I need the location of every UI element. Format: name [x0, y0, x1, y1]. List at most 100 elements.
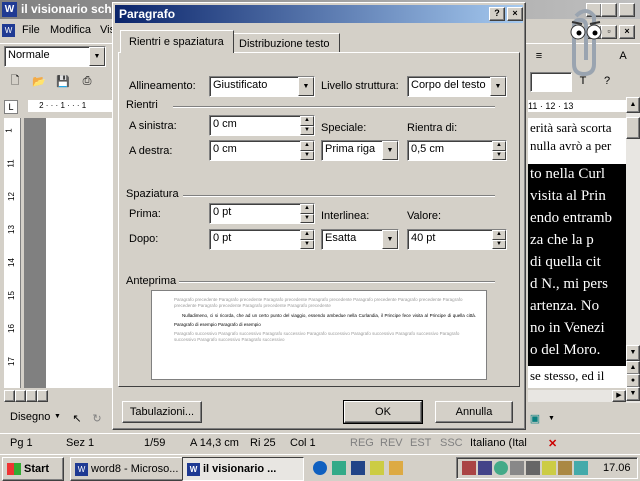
- vertical-ruler: 1 11 12 13 14 15 16 17: [4, 118, 21, 388]
- document-body[interactable]: erità sarà scorta nulla avrò a per to ne…: [528, 118, 626, 388]
- spin-down-icon[interactable]: ▼: [492, 239, 506, 249]
- spin-down-icon[interactable]: ▼: [300, 150, 314, 160]
- line-spacing-at-spinner[interactable]: 40 pt ▲ ▼: [407, 229, 507, 250]
- spin-up-icon[interactable]: ▲: [300, 230, 314, 240]
- dialog-close-button[interactable]: ×: [507, 7, 523, 21]
- selected-doc-line: no in Venezi: [530, 320, 605, 336]
- save-icon[interactable]: 💾: [52, 71, 74, 91]
- select-pointer-icon[interactable]: ↖: [66, 408, 88, 428]
- rotate-icon[interactable]: ↻: [86, 408, 108, 428]
- tray-icon-2[interactable]: [478, 461, 492, 475]
- normal-view-icon[interactable]: [4, 390, 15, 402]
- open-folder-icon[interactable]: 📂: [28, 71, 50, 91]
- word-window-title: il visionario schi: [21, 2, 116, 16]
- spacing-group-line: [183, 195, 495, 197]
- space-before-spinner[interactable]: 0 pt ▲ ▼: [209, 203, 315, 224]
- tray-icon-8[interactable]: [574, 461, 588, 475]
- drawing-menu[interactable]: Disegno: [10, 411, 50, 423]
- tray-icon-6[interactable]: [542, 461, 556, 475]
- space-after-spinner[interactable]: 0 pt ▲ ▼: [209, 229, 315, 250]
- status-ssc[interactable]: SSC: [436, 436, 467, 450]
- ok-button[interactable]: OK: [343, 400, 423, 424]
- spin-up-icon[interactable]: ▲: [492, 141, 506, 151]
- status-bar: Pg 1 Sez 1 1/59 A 14,3 cm Ri 25 Col 1 RE…: [0, 433, 640, 453]
- next-page-icon[interactable]: ▼: [626, 387, 640, 401]
- print-view-icon[interactable]: [26, 390, 37, 402]
- start-button[interactable]: Start: [2, 457, 64, 481]
- prev-page-icon[interactable]: ▲: [626, 361, 640, 375]
- status-column: Col 1: [290, 437, 316, 449]
- preview-current-paragraph: Nulladimeno, ci si ricorda, che ad un ce…: [174, 313, 476, 327]
- taskbar-visionario[interactable]: W il visionario ...: [182, 457, 304, 481]
- outline-level-select[interactable]: Corpo del testo ▼: [407, 76, 507, 97]
- spin-down-icon[interactable]: ▼: [300, 239, 314, 249]
- vertical-scrollbar[interactable]: ▲ ▼ ▲ ● ▼: [626, 97, 640, 403]
- spin-up-icon[interactable]: ▲: [492, 230, 506, 240]
- alignment-select[interactable]: Giustificato ▼: [209, 76, 315, 97]
- status-ext[interactable]: EST: [406, 436, 435, 450]
- menu-file[interactable]: File: [18, 22, 44, 38]
- chevron-down-icon: ▼: [490, 77, 506, 96]
- doc-menu-icon[interactable]: W: [2, 24, 15, 37]
- desktop-icon[interactable]: [332, 461, 347, 475]
- status-language[interactable]: Italiano (Ital: [466, 436, 531, 450]
- tabs-button[interactable]: Tabulazioni...: [122, 401, 202, 423]
- scroll-right-icon[interactable]: ▶: [612, 390, 626, 402]
- status-rec[interactable]: REG: [346, 436, 378, 450]
- page-gutter: [24, 118, 46, 388]
- special-select[interactable]: Prima riga ▼: [321, 140, 399, 161]
- volume-icon[interactable]: [526, 461, 540, 475]
- spin-up-icon[interactable]: ▲: [300, 116, 314, 126]
- spin-down-icon[interactable]: ▼: [492, 150, 506, 160]
- selected-doc-line: visita al Prin: [530, 188, 606, 204]
- status-rev[interactable]: REV: [376, 436, 407, 450]
- horizontal-scrollbar[interactable]: ▶: [528, 390, 626, 402]
- tray-icon-3[interactable]: [494, 461, 508, 475]
- tray-icon-1[interactable]: [462, 461, 476, 475]
- spin-up-icon[interactable]: ▲: [300, 204, 314, 214]
- doc-line: se stesso, ed il: [530, 368, 605, 383]
- vruler-mark: 13: [6, 225, 16, 234]
- print-icon[interactable]: ⎙: [76, 71, 98, 91]
- selected-doc-line: di quella cit: [530, 254, 601, 270]
- tab-selector-icon[interactable]: L: [4, 100, 18, 114]
- channels-icon[interactable]: [351, 461, 366, 475]
- office-assistant-clippy[interactable]: [546, 4, 622, 84]
- cancel-button[interactable]: Annulla: [435, 401, 513, 423]
- preview-group-line: [179, 281, 495, 283]
- scroll-down-icon[interactable]: ▼: [626, 345, 640, 361]
- right-indent-spinner[interactable]: 0 cm ▲ ▼: [209, 140, 315, 161]
- 3d-box-icon[interactable]: ▣: [524, 408, 546, 428]
- help-button[interactable]: ?: [489, 7, 505, 21]
- tab-rientri[interactable]: Rientri e spaziatura: [120, 30, 234, 53]
- edit-icon[interactable]: [389, 461, 404, 475]
- style-combo[interactable]: Normale ▼: [4, 46, 106, 67]
- right-indent-label: A destra:: [129, 145, 173, 157]
- tray-icon-4[interactable]: [510, 461, 524, 475]
- tray-icon-7[interactable]: [558, 461, 572, 475]
- tab-distribuzione[interactable]: Distribuzione testo: [232, 33, 340, 53]
- indent-by-spinner[interactable]: 0,5 cm ▲ ▼: [407, 140, 507, 161]
- dialog-title: Paragrafo: [119, 7, 176, 21]
- spelling-status-icon[interactable]: ✕: [548, 437, 557, 450]
- menu-modifica[interactable]: Modifica: [46, 22, 95, 38]
- browse-object-icon[interactable]: ●: [626, 374, 640, 388]
- taskbar-word8[interactable]: W word8 - Microso...: [70, 457, 186, 481]
- doc-line: erità sarà scorta: [530, 120, 612, 135]
- new-document-icon[interactable]: 🗋: [4, 71, 26, 91]
- word-app-icon: W: [2, 2, 17, 17]
- ruler-right-segment: 11 · 12 · 13: [528, 100, 626, 112]
- preview-previous-paragraph: Paragrafo precedente Paragrafo precedent…: [174, 297, 463, 308]
- line-spacing-at-label: Valore:: [407, 210, 442, 222]
- left-indent-spinner[interactable]: 0 cm ▲ ▼: [209, 115, 315, 136]
- line-spacing-select[interactable]: Esatta ▼: [321, 229, 399, 250]
- spin-down-icon[interactable]: ▼: [300, 125, 314, 135]
- outlook-icon[interactable]: [370, 461, 385, 475]
- spin-up-icon[interactable]: ▲: [300, 141, 314, 151]
- scroll-up-icon[interactable]: ▲: [626, 97, 640, 113]
- ie-icon[interactable]: [313, 461, 327, 475]
- outline-view-icon[interactable]: [37, 390, 48, 402]
- scroll-thumb[interactable]: [626, 117, 640, 139]
- spin-down-icon[interactable]: ▼: [300, 213, 314, 223]
- web-view-icon[interactable]: [15, 390, 26, 402]
